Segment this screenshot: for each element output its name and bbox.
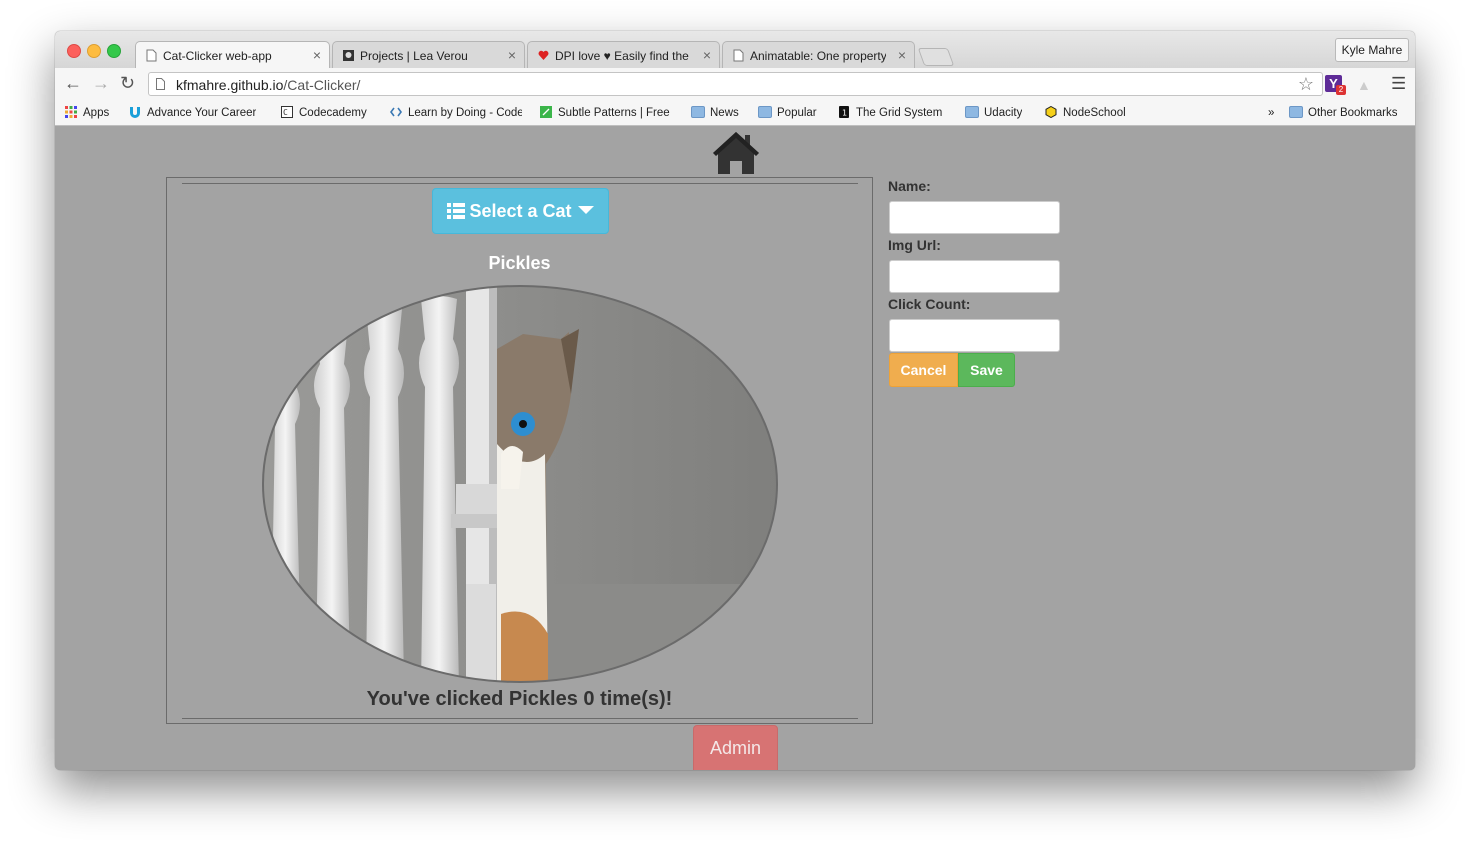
- cancel-button[interactable]: Cancel: [889, 353, 958, 387]
- admin-button[interactable]: Admin: [693, 725, 778, 770]
- new-tab-button[interactable]: [917, 48, 955, 66]
- reload-icon[interactable]: ↻: [120, 74, 135, 92]
- close-tab-icon[interactable]: ×: [898, 47, 906, 63]
- click-count-label: Click Count:: [888, 296, 971, 312]
- tab-title: Animatable: One property, t: [750, 49, 886, 63]
- tab-lea-verou[interactable]: Projects | Lea Verou ×: [332, 41, 525, 68]
- divider: [182, 183, 858, 184]
- img-url-input[interactable]: [889, 260, 1060, 293]
- codecademy-icon: C: [281, 106, 293, 118]
- tab-dpi-love[interactable]: DPI love ♥ Easily find the D ×: [527, 41, 720, 68]
- extension-badge: 2: [1336, 85, 1346, 95]
- home-icon[interactable]: [711, 130, 761, 176]
- cat-name: Pickles: [488, 253, 551, 273]
- name-label: Name:: [888, 178, 931, 194]
- tab-cat-clicker[interactable]: Cat-Clicker web-app ×: [135, 41, 330, 69]
- url-path: /Cat-Clicker/: [283, 77, 361, 93]
- bookmark-popular[interactable]: Popular: [758, 106, 817, 122]
- click-count-message: You've clicked Pickles 0 time(s)!: [366, 688, 673, 710]
- browser-window: Cat-Clicker web-app × Projects | Lea Ver…: [55, 31, 1415, 770]
- select-cat-label: Select a Cat: [469, 201, 572, 221]
- page-icon: [156, 78, 165, 90]
- bookmark-learn-by-doing[interactable]: Learn by Doing - Code: [389, 106, 522, 122]
- page-content: Select a Cat Pickles You've clicked Pick…: [55, 126, 1415, 770]
- caret-down-icon: [577, 206, 594, 214]
- list-icon: [447, 203, 466, 219]
- cat-image[interactable]: [261, 284, 779, 684]
- img-url-label: Img Url:: [888, 237, 941, 253]
- close-tab-icon[interactable]: ×: [508, 47, 516, 63]
- heart-favicon-icon: [538, 50, 549, 60]
- udemy-icon: [130, 107, 140, 118]
- bookmark-label: NodeSchool: [1063, 107, 1126, 119]
- click-count-input[interactable]: [889, 319, 1060, 352]
- bookmark-label: Learn by Doing - Code: [408, 107, 522, 119]
- cat-panel: Select a Cat Pickles You've clicked Pick…: [166, 177, 873, 724]
- bookmark-label: Subtle Patterns | Free: [558, 107, 670, 119]
- bookmark-label: Udacity: [984, 107, 1023, 119]
- profile-button[interactable]: Kyle Mahre: [1335, 38, 1409, 62]
- bookmark-label: Popular: [777, 107, 817, 119]
- bookmark-label: News: [710, 107, 739, 119]
- url-text: kfmahre.github.io/Cat-Clicker/: [176, 77, 360, 93]
- bookmark-grid-system[interactable]: 1 The Grid System: [837, 106, 942, 122]
- svg-text:C: C: [283, 108, 288, 117]
- bookmark-news[interactable]: News: [691, 106, 739, 122]
- back-arrow-icon[interactable]: ←: [64, 74, 82, 92]
- zoom-window-button[interactable]: [107, 44, 121, 58]
- code-brackets-icon: [390, 107, 402, 117]
- menu-icon[interactable]: ☰: [1391, 74, 1406, 94]
- grid-system-icon: 1: [839, 106, 849, 118]
- forward-arrow-icon[interactable]: →: [92, 74, 110, 92]
- bookmark-label: Advance Your Career: [147, 107, 257, 119]
- bookmark-advance-your-career[interactable]: Advance Your Career: [128, 106, 256, 122]
- bookmark-label: The Grid System: [856, 107, 943, 119]
- bookmark-label: Apps: [83, 107, 110, 119]
- bookmark-label: Codecademy: [299, 107, 367, 119]
- bookmark-codecademy[interactable]: C Codecademy: [280, 106, 367, 122]
- bookmark-label: Other Bookmarks: [1308, 107, 1398, 119]
- page-icon: [146, 49, 157, 62]
- apps-grid-icon: [65, 106, 77, 118]
- tab-title: Cat-Clicker web-app: [163, 49, 272, 63]
- subtle-patterns-icon: [540, 106, 552, 118]
- lea-verou-favicon-icon: [343, 50, 354, 61]
- address-bar[interactable]: kfmahre.github.io/Cat-Clicker/ ☆: [148, 72, 1323, 96]
- tab-animatable[interactable]: Animatable: One property, t ×: [722, 41, 915, 68]
- bookmark-subtle-patterns[interactable]: Subtle Patterns | Free: [539, 106, 670, 122]
- bookmark-udacity[interactable]: Udacity: [965, 106, 1022, 122]
- bookmarks-overflow-chevron[interactable]: »: [1268, 106, 1274, 122]
- close-window-button[interactable]: [67, 44, 81, 58]
- divider: [182, 718, 858, 719]
- drive-extension-icon[interactable]: ▲: [1357, 77, 1371, 93]
- minimize-window-button[interactable]: [87, 44, 101, 58]
- tab-title: DPI love ♥ Easily find the D: [555, 49, 691, 63]
- folder-icon: [758, 106, 772, 118]
- nodeschool-icon: [1045, 106, 1057, 118]
- select-cat-button[interactable]: Select a Cat: [432, 188, 609, 234]
- folder-icon: [965, 106, 979, 118]
- bookmark-star-icon[interactable]: ☆: [1298, 74, 1314, 95]
- svg-text:1: 1: [842, 109, 847, 118]
- tab-strip: Cat-Clicker web-app × Projects | Lea Ver…: [55, 31, 1415, 69]
- bookmark-other-bookmarks[interactable]: Other Bookmarks: [1289, 106, 1397, 122]
- save-button[interactable]: Save: [958, 353, 1015, 387]
- bookmark-nodeschool[interactable]: NodeSchool: [1044, 106, 1126, 122]
- bookmark-apps[interactable]: Apps: [64, 106, 109, 122]
- bookmarks-bar: Apps Advance Your Career C Codecademy Lea…: [55, 100, 1415, 126]
- close-tab-icon[interactable]: ×: [313, 47, 321, 63]
- close-tab-icon[interactable]: ×: [703, 47, 711, 63]
- folder-icon: [691, 106, 705, 118]
- page-icon: [733, 49, 744, 62]
- url-host: kfmahre.github.io: [176, 77, 284, 93]
- browser-toolbar: ← → ↻ kfmahre.github.io/Cat-Clicker/ ☆ Y…: [55, 68, 1415, 100]
- tab-title: Projects | Lea Verou: [360, 49, 468, 63]
- folder-icon: [1289, 106, 1303, 118]
- name-input[interactable]: [889, 201, 1060, 234]
